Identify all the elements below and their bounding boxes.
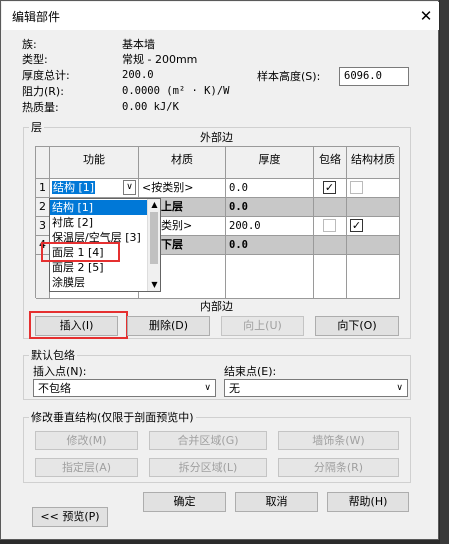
modify-button[interactable]: 修改(M)	[35, 431, 138, 450]
thickness-value: 200.0	[122, 69, 154, 81]
resistance-label: 阻力(R):	[22, 85, 64, 98]
thickness-cell: 0.0	[226, 236, 314, 255]
wraps-cell	[314, 217, 347, 236]
background-edge	[440, 0, 449, 544]
family-value: 基本墙	[122, 38, 155, 51]
type-value: 常规 - 200mm	[122, 53, 198, 66]
wraps-cell: ✓	[314, 179, 347, 198]
header-thickness: 厚度	[226, 147, 314, 179]
chevron-down-icon[interactable]: ∨	[396, 381, 403, 396]
reveals-button[interactable]: 分隔条(R)	[278, 458, 399, 477]
thickness-label: 厚度总计:	[22, 69, 70, 82]
empty-cell	[314, 255, 347, 299]
empty-cell	[226, 255, 314, 299]
dropdown-option-structure[interactable]: 结构 [1]	[50, 200, 147, 215]
scroll-up-icon[interactable]: ▲	[148, 199, 161, 211]
dropdown-option-substrate[interactable]: 衬底 [2]	[50, 215, 147, 230]
structural-cell	[347, 198, 400, 217]
move-down-button[interactable]: 向下(O)	[315, 316, 399, 336]
thickness-cell: 0.0	[226, 198, 314, 217]
sample-height-label: 样本高度(S):	[257, 70, 321, 83]
resistance-value: 0.0000 (m² · K)/W	[122, 85, 230, 97]
help-button[interactable]: 帮助(H)	[327, 492, 409, 512]
end-point-select[interactable]: 无 ∨	[224, 379, 408, 397]
insert-point-label: 插入点(N):	[33, 365, 87, 378]
window-title: 编辑部件	[12, 10, 61, 24]
structural-cell	[347, 179, 400, 198]
chevron-down-icon[interactable]: ∨	[123, 180, 136, 195]
material-cell[interactable]: <按类别>	[139, 179, 226, 198]
family-label: 族:	[22, 38, 37, 51]
wraps-cell	[314, 198, 347, 217]
insert-point-select[interactable]: 不包络 ∨	[33, 379, 216, 397]
header-material: 材质	[139, 147, 226, 179]
empty-cell	[347, 255, 400, 299]
title-bar[interactable]: 编辑部件 ✕	[2, 2, 439, 30]
function-selected-value: 结构 [1]	[52, 181, 96, 194]
insert-point-value: 不包络	[38, 382, 71, 395]
merge-regions-button[interactable]: 合并区域(G)	[149, 431, 267, 450]
exterior-side-label: 外部边	[200, 131, 233, 144]
sweeps-button[interactable]: 墙饰条(W)	[278, 431, 399, 450]
modify-vertical-structure-label: 修改垂直结构(仅限于剖面预览中)	[29, 411, 196, 424]
default-wrapping-label: 默认包络	[29, 349, 77, 362]
function-combobox[interactable]: 结构 [1] ∨	[50, 179, 139, 198]
header-wraps: 包络	[314, 147, 347, 179]
highlight-box-insert	[29, 311, 128, 339]
structural-cell	[347, 236, 400, 255]
move-up-button[interactable]: 向上(U)	[221, 316, 304, 336]
table-corner	[36, 147, 50, 179]
edit-assembly-dialog: 编辑部件 ✕ 族: 基本墙 类型: 常规 - 200mm 厚度总计: 200.0…	[0, 0, 439, 540]
thickness-cell[interactable]: 200.0	[226, 217, 314, 236]
assign-layers-button[interactable]: 指定层(A)	[35, 458, 138, 477]
row-number: 2	[36, 198, 50, 217]
wraps-checkbox-checked[interactable]: ✓	[323, 181, 336, 194]
structural-checkbox-disabled	[350, 181, 363, 194]
thickness-cell[interactable]: 0.0	[226, 179, 314, 198]
close-icon[interactable]: ✕	[416, 6, 436, 26]
structural-checkbox-checked[interactable]: ✓	[350, 219, 363, 232]
dropdown-scrollbar[interactable]: ▲ ▼	[147, 199, 160, 291]
end-point-value: 无	[229, 382, 240, 395]
dropdown-option-finish-2[interactable]: 面层 2 [5]	[50, 260, 147, 275]
chevron-down-icon[interactable]: ∨	[204, 381, 211, 396]
thermal-mass-label: 热质量:	[22, 101, 59, 114]
end-point-label: 结束点(E):	[224, 365, 277, 378]
delete-button[interactable]: 删除(D)	[127, 316, 210, 336]
row-number: 1	[36, 179, 50, 198]
header-function: 功能	[50, 147, 139, 179]
type-label: 类型:	[22, 53, 48, 66]
structural-cell: ✓	[347, 217, 400, 236]
sample-height-input[interactable]: 6096.0	[339, 67, 409, 86]
layers-group-label: 层	[29, 121, 44, 134]
scroll-thumb[interactable]	[150, 212, 158, 264]
interior-side-label: 内部边	[200, 300, 233, 313]
row-number: 3	[36, 217, 50, 236]
wraps-cell	[314, 236, 347, 255]
scroll-down-icon[interactable]: ▼	[148, 279, 161, 291]
highlight-box-finish-1	[41, 242, 120, 262]
cancel-button[interactable]: 取消	[235, 492, 318, 512]
preview-button[interactable]: << 预览(P)	[32, 507, 108, 527]
wraps-checkbox-disabled	[323, 219, 336, 232]
header-structural-material: 结构材质	[347, 147, 400, 179]
thermal-mass-value: 0.00 kJ/K	[122, 101, 179, 113]
ok-button[interactable]: 确定	[143, 492, 226, 512]
dropdown-option-membrane[interactable]: 涂膜层	[50, 275, 147, 290]
split-region-button[interactable]: 拆分区域(L)	[149, 458, 267, 477]
